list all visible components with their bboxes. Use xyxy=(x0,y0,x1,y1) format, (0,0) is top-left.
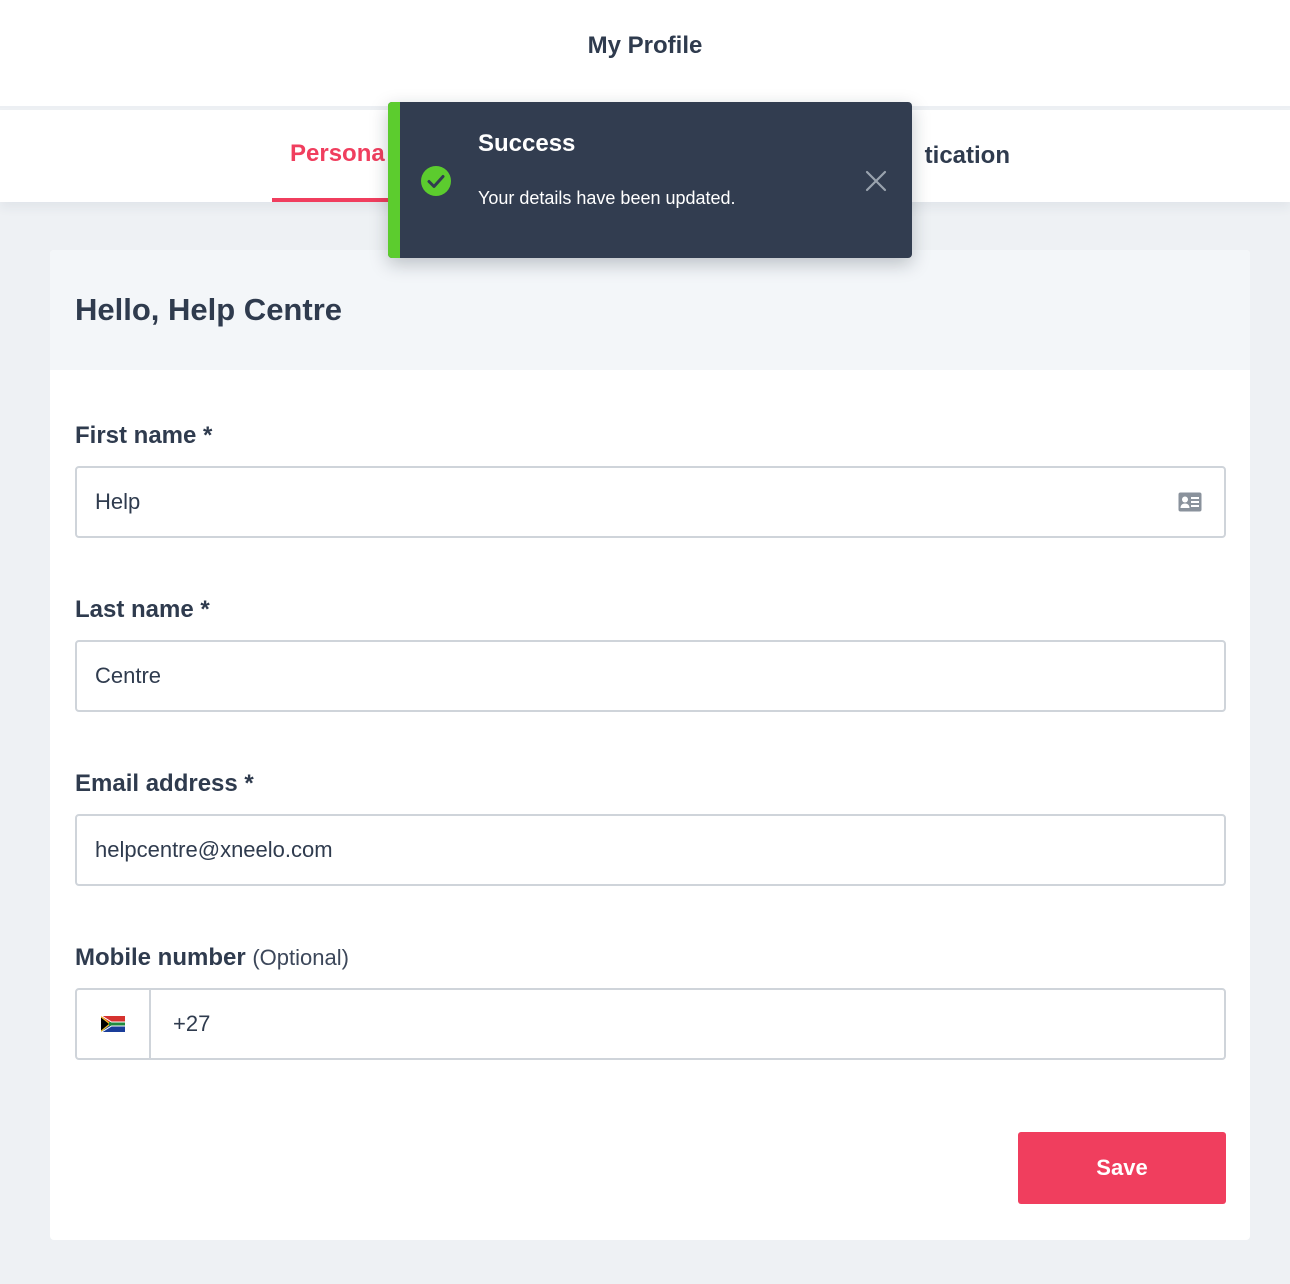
greeting-heading: Hello, Help Centre xyxy=(75,292,342,327)
optional-hint: (Optional) xyxy=(252,945,349,970)
first-name-field[interactable]: Help xyxy=(75,466,1226,538)
last-name-value: Centre xyxy=(95,663,162,688)
mobile-label-text: Mobile number xyxy=(75,944,246,971)
contact-card-icon xyxy=(1178,492,1202,512)
toast-accent-bar xyxy=(388,102,400,258)
check-circle-icon xyxy=(421,166,451,196)
mobile-label: Mobile number (Optional) xyxy=(75,944,349,972)
page-title: My Profile xyxy=(587,32,703,59)
email-value: helpcentre@xneelo.com xyxy=(95,837,333,862)
last-name-field[interactable]: Centre xyxy=(75,640,1226,712)
country-selector[interactable] xyxy=(77,990,151,1058)
south-africa-flag-icon xyxy=(101,1016,125,1032)
email-label: Email address * xyxy=(75,770,254,797)
first-name-value: Help xyxy=(95,489,141,514)
save-button[interactable]: Save xyxy=(1018,1132,1226,1204)
success-toast: Success Your details have been updated. xyxy=(388,102,912,258)
mobile-field[interactable]: +27 xyxy=(75,988,1226,1060)
top-bar: My Profile xyxy=(0,0,1290,108)
card-header: Hello, Help Centre xyxy=(50,250,1250,370)
email-field[interactable]: helpcentre@xneelo.com xyxy=(75,814,1226,886)
toast-message: Your details have been updated. xyxy=(478,188,736,208)
first-name-label: First name * xyxy=(75,422,213,449)
last-name-label: Last name * xyxy=(75,596,210,623)
close-icon[interactable] xyxy=(864,169,888,193)
mobile-value: +27 xyxy=(173,1011,211,1036)
toast-title: Success xyxy=(478,130,576,157)
profile-card: Hello, Help Centre First name * Help Las… xyxy=(50,250,1250,1240)
